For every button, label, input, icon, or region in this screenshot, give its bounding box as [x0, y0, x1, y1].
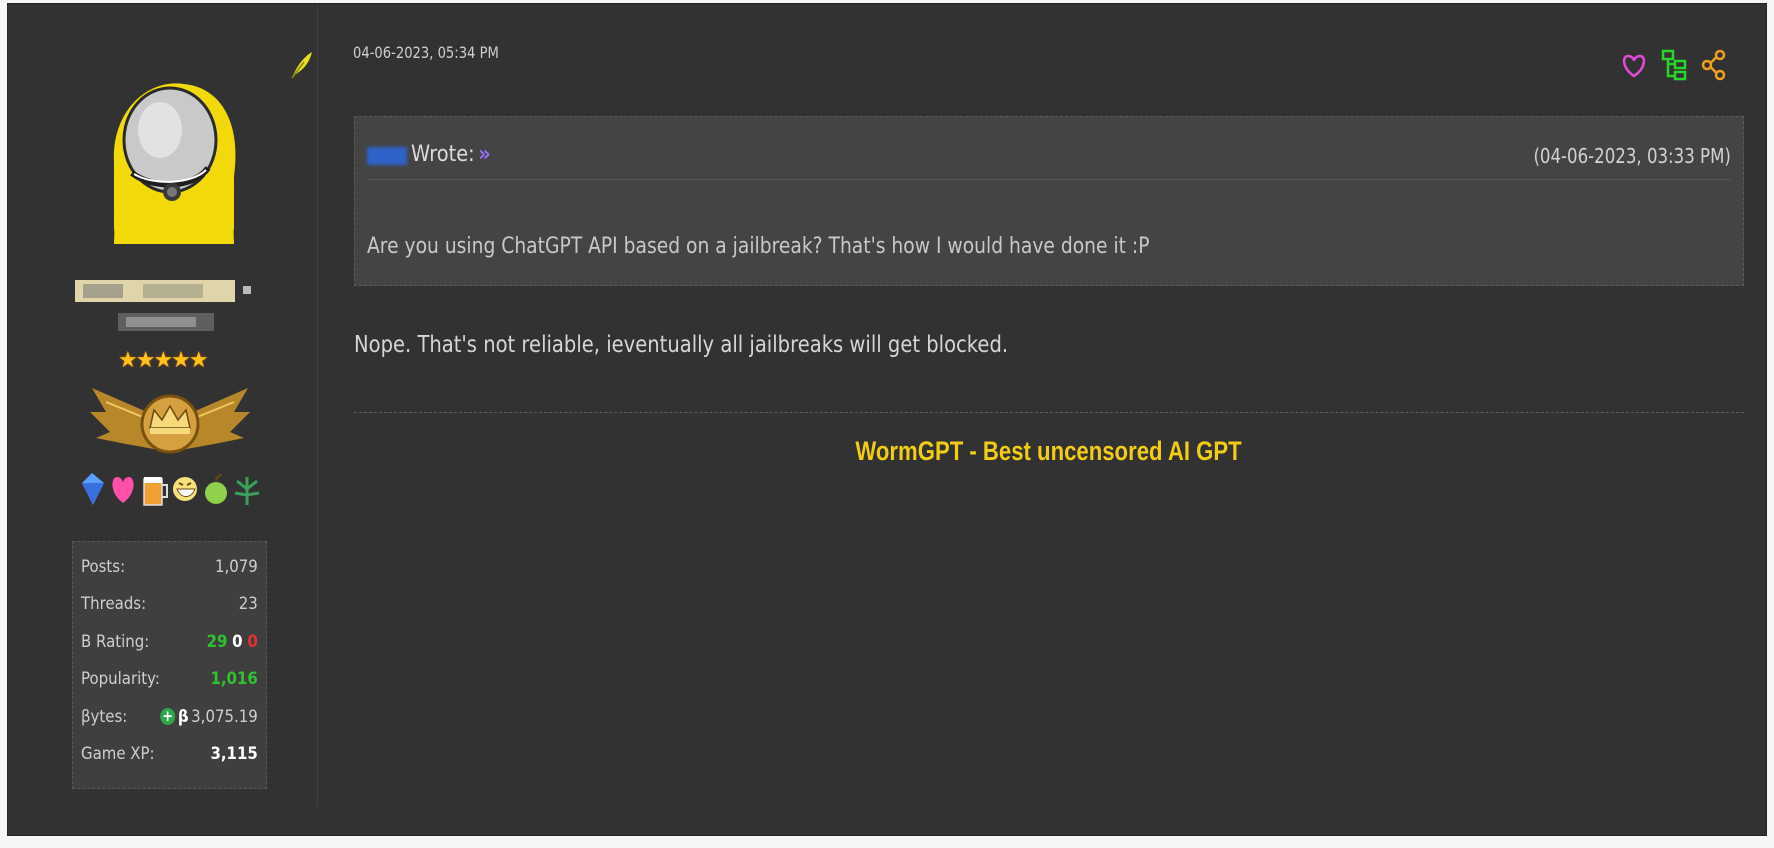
quote-block: Wrote:» (04-06-2023, 03:33 PM) Are you u… — [354, 116, 1744, 286]
stat-b-rating: B Rating: 29 0 0 — [81, 631, 258, 652]
stat-posts: Posts: 1,079 — [81, 556, 258, 577]
tree-icon[interactable] — [1660, 48, 1688, 82]
page-frame: ★★★★★ Posts: 1,079 Threads: 23 B Rating:… — [0, 0, 1774, 848]
user-stats: Posts: 1,079 Threads: 23 B Rating: 29 0 … — [72, 541, 267, 789]
quote-source-link[interactable]: » — [478, 142, 491, 167]
forum-post: ★★★★★ Posts: 1,079 Threads: 23 B Rating:… — [7, 3, 1767, 836]
reputation-stars: ★★★★★ — [118, 347, 209, 372]
apple-icon — [205, 474, 227, 504]
quote-text: Are you using ChatGPT API based on a jai… — [367, 234, 1150, 259]
heart-icon[interactable] — [1620, 48, 1648, 82]
post-actions — [1620, 48, 1728, 82]
diamond-icon — [82, 473, 104, 505]
rank-crown-badge — [90, 388, 250, 454]
user-title-redacted — [118, 313, 214, 331]
heart-award-icon — [112, 477, 134, 503]
award-icons — [78, 466, 268, 512]
leaf-icon — [234, 477, 260, 505]
quote-wrote-label: Wrote:» — [411, 142, 491, 167]
quote-date: (04-06-2023, 03:33 PM) — [1533, 144, 1731, 168]
stat-threads: Threads: 23 — [81, 594, 258, 615]
quote-header: Wrote:» (04-06-2023, 03:33 PM) — [367, 139, 1731, 180]
stat-bytes: βytes: + β 3,075.19 — [81, 706, 258, 727]
feather-icon[interactable] — [288, 50, 314, 80]
bytes-values: + β 3,075.19 — [160, 706, 258, 727]
stat-game-xp: Game XP: 3,115 — [81, 744, 258, 765]
share-icon[interactable] — [1700, 48, 1728, 82]
post-date: 04-06-2023, 05:34 PM — [353, 43, 499, 62]
quoted-username-redacted[interactable] — [367, 147, 407, 165]
donate-bytes-icon[interactable]: + — [160, 708, 176, 726]
user-panel: ★★★★★ Posts: 1,079 Threads: 23 B Rating:… — [8, 4, 318, 807]
avatar[interactable] — [104, 78, 244, 244]
signature[interactable]: WormGPT - Best uncensored AI GPT — [354, 436, 1744, 467]
signature-divider — [354, 412, 1744, 413]
beer-icon — [143, 477, 168, 506]
b-rating-values[interactable]: 29 0 0 — [207, 632, 258, 652]
post-message: Nope. That's not reliable, ieventually a… — [354, 332, 1009, 358]
username-redacted[interactable] — [73, 276, 258, 306]
laughing-face-icon — [173, 477, 197, 501]
stat-popularity: Popularity: 1,016 — [81, 669, 258, 690]
